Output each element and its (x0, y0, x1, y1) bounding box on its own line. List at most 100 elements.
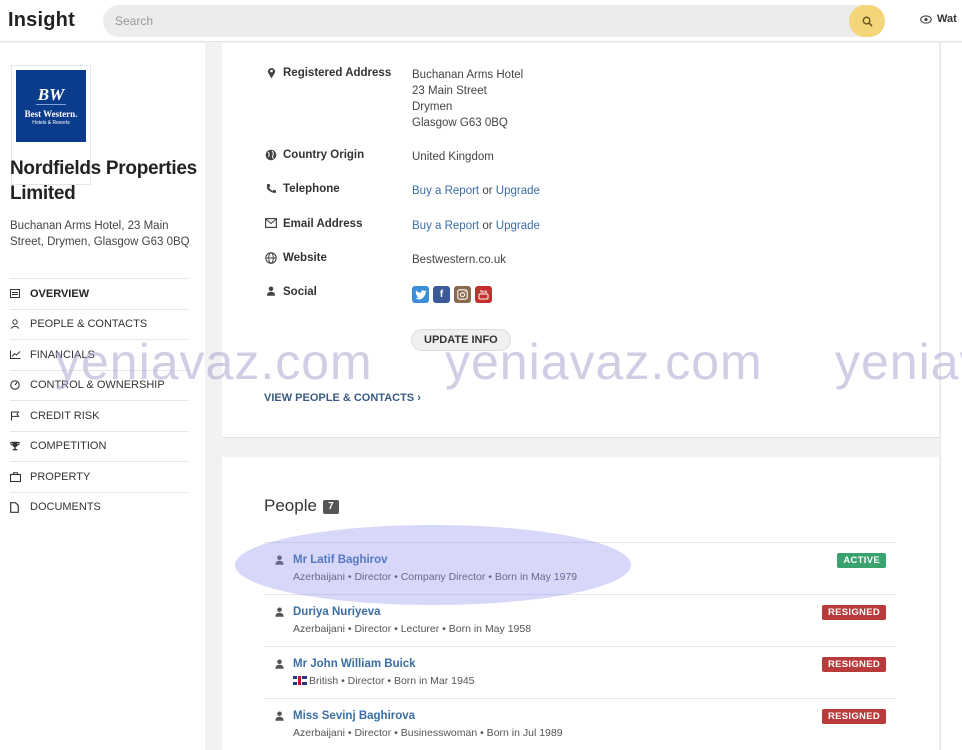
web-globe-icon (264, 252, 278, 267)
telephone-label: Telephone (283, 183, 340, 195)
nav-item-property[interactable]: PROPERTY (10, 461, 189, 492)
person-name[interactable]: Mr John William Buick (293, 658, 416, 670)
status-badge: RESIGNED (821, 605, 886, 620)
or-text: or (482, 220, 493, 232)
view-people-contacts-link[interactable]: VIEW PEOPLE & CONTACTS › (264, 392, 421, 404)
logo-mark: BW (35, 85, 67, 105)
website-label: Website (283, 252, 327, 264)
buy-report-link[interactable]: Buy a Report (412, 220, 479, 232)
phone-icon (264, 183, 278, 197)
address-line: Drymen (412, 101, 453, 113)
country-origin-label: Country Origin (283, 149, 365, 161)
person-name[interactable]: Mr Latif Baghirov (293, 554, 388, 566)
uk-flag-icon (293, 676, 307, 685)
address-line: Buchanan Arms Hotel (412, 69, 524, 81)
nav-item-credit-risk[interactable]: CREDIT RISK (10, 400, 189, 431)
email-label: Email Address (283, 218, 363, 230)
nav-label: CONTROL & OWNERSHIP (30, 379, 165, 392)
people-title: People (264, 496, 317, 515)
view-people-label: VIEW PEOPLE & CONTACTS (264, 392, 415, 404)
nav-label: OVERVIEW (30, 287, 90, 300)
upgrade-link[interactable]: Upgrade (496, 185, 540, 197)
map-pin-icon (264, 67, 278, 82)
search-icon (862, 16, 873, 27)
nav-label: CREDIT RISK (30, 409, 100, 422)
flag-icon (10, 411, 30, 421)
logo-name: Best Western. (24, 109, 78, 119)
chevron-right-icon: › (417, 392, 421, 404)
website-link[interactable]: Bestwestern.co.uk (412, 252, 506, 268)
telephone-value: Buy a Report or Upgrade (412, 183, 540, 199)
person-details: British • Director • Born in Mar 1945 (309, 675, 475, 687)
user-icon (264, 286, 278, 299)
person-icon (10, 319, 30, 330)
search-input[interactable] (115, 12, 815, 30)
nav-label: FINANCIALS (30, 348, 95, 361)
registered-address-label: Registered Address (283, 67, 392, 79)
buy-report-link[interactable]: Buy a Report (412, 185, 479, 197)
nav-item-financials[interactable]: FINANCIALS (10, 339, 189, 370)
status-badge: RESIGNED (821, 657, 886, 672)
person-name[interactable]: Duriya Nuriyeva (293, 606, 381, 618)
twitter-icon[interactable] (412, 286, 429, 303)
nav-item-competition[interactable]: COMPETITION (10, 430, 189, 462)
eye-icon (920, 14, 932, 24)
person-icon (274, 607, 285, 620)
nav-label: PEOPLE & CONTACTS (30, 318, 148, 331)
person-row[interactable]: Mr Latif Baghirov Azerbaijani • Director… (264, 542, 896, 594)
person-details: Azerbaijani • Director • Businesswoman •… (293, 727, 563, 739)
person-row[interactable]: Mr John William Buick British • Director… (264, 646, 896, 698)
nav-item-overview[interactable]: OVERVIEW (10, 278, 189, 309)
email-value: Buy a Report or Upgrade (412, 218, 540, 234)
person-details: Azerbaijani • Director • Company Directo… (293, 571, 578, 583)
person-details-wrap: British • Director • Born in Mar 1945 (293, 675, 475, 687)
nav-item-control-ownership[interactable]: CONTROL & OWNERSHIP (10, 369, 189, 401)
youtube-icon[interactable]: You (475, 286, 492, 303)
people-heading: People 7 (264, 496, 339, 516)
sidebar: BW Best Western. Hotels & Resorts Nordfi… (0, 43, 205, 750)
company-address: Buchanan Arms Hotel, 23 Main Street, Dry… (10, 220, 190, 248)
nav-label: DOCUMENTS (30, 501, 101, 514)
envelope-icon (264, 218, 278, 231)
person-icon (274, 659, 285, 672)
overview-icon (10, 289, 30, 299)
people-card: People 7 Mr Latif Baghirov Azerbaijani • … (222, 457, 939, 750)
nav-item-people[interactable]: PEOPLE & CONTACTS (10, 308, 189, 340)
person-name[interactable]: Miss Sevinj Baghirova (293, 710, 415, 722)
people-count-badge: 7 (322, 500, 339, 514)
right-column (940, 43, 962, 750)
watch-button[interactable]: Wat (920, 13, 957, 25)
update-info-button[interactable]: UPDATE INFO (411, 329, 511, 351)
logo-tagline: Hotels & Resorts (32, 120, 70, 126)
person-row[interactable]: Miss Sevinj Baghirova Azerbaijani • Dire… (264, 698, 896, 750)
top-bar: Insight Wat (0, 0, 962, 42)
company-logo: BW Best Western. Hotels & Resorts (16, 70, 86, 142)
nav-label: COMPETITION (30, 440, 107, 453)
nav-item-documents[interactable]: DOCUMENTS (10, 491, 189, 523)
upgrade-link[interactable]: Upgrade (496, 220, 540, 232)
status-badge: RESIGNED (821, 709, 886, 724)
chart-icon (10, 350, 30, 360)
registered-address-value: Buchanan Arms Hotel 23 Main Street Dryme… (412, 67, 523, 131)
facebook-icon[interactable]: f (433, 286, 450, 303)
watch-label: Wat (937, 13, 957, 25)
trophy-icon (10, 441, 30, 451)
search-button[interactable] (849, 5, 885, 37)
instagram-icon[interactable] (454, 286, 471, 303)
address-line: Glasgow G63 0BQ (412, 117, 508, 129)
briefcase-icon (10, 472, 30, 482)
or-text: or (482, 185, 493, 197)
gauge-icon (10, 380, 30, 390)
social-label: Social (283, 286, 317, 298)
company-details-card: Registered Address Buchanan Arms Hotel 2… (222, 43, 939, 438)
search-bar (103, 5, 885, 37)
person-details: Azerbaijani • Director • Lecturer • Born… (293, 623, 532, 635)
person-icon (274, 555, 285, 568)
company-name: Nordfields Properties Limited (10, 158, 197, 204)
app-title[interactable]: Insight (8, 9, 75, 32)
svg-text:You: You (480, 289, 488, 294)
person-row[interactable]: Duriya Nuriyeva Azerbaijani • Director •… (264, 594, 896, 646)
globe-icon (264, 149, 278, 164)
nav-label: PROPERTY (30, 470, 91, 483)
address-line: 23 Main Street (412, 85, 487, 97)
